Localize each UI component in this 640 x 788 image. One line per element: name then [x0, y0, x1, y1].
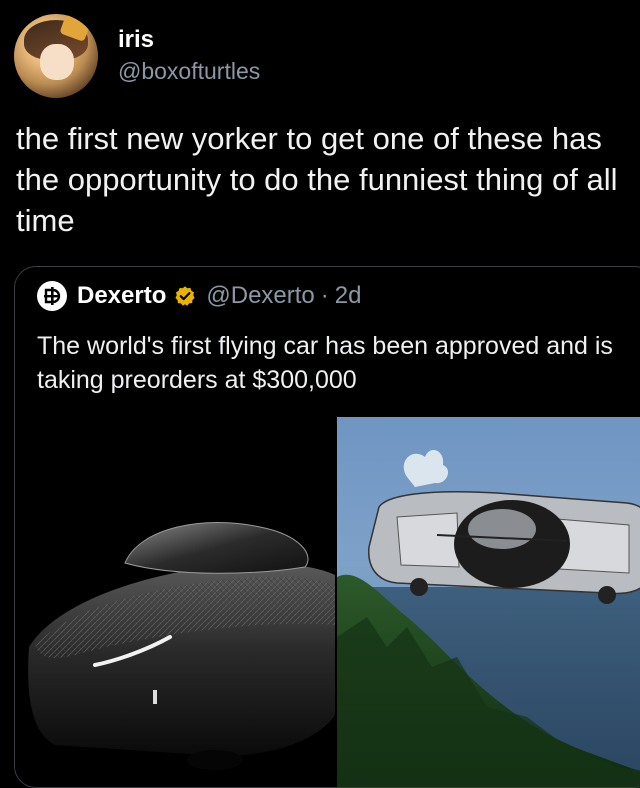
author-names: iris @boxofturtles	[118, 26, 260, 86]
time-separator: ·	[320, 282, 329, 309]
car-cockpit	[124, 522, 309, 574]
cloud-puff	[403, 450, 449, 487]
quote-timestamp[interactable]: 2d	[335, 282, 362, 310]
quote-author-name[interactable]: Dexerto	[77, 282, 166, 310]
media-image-flying-car[interactable]	[337, 417, 640, 787]
display-name[interactable]: iris	[118, 26, 260, 54]
quote-tweet-card[interactable]: Dexerto @Dexerto · 2d The world's first …	[14, 266, 640, 788]
quote-author-handle[interactable]: @Dexerto	[206, 282, 314, 310]
avatar-face	[40, 44, 74, 80]
media-image-car-render[interactable]	[15, 415, 335, 787]
quote-text: The world's first flying car has been ap…	[37, 332, 613, 394]
quote-header: Dexerto @Dexerto · 2d	[37, 281, 361, 311]
avatar[interactable]	[14, 14, 98, 98]
user-handle[interactable]: @boxofturtles	[118, 56, 260, 86]
tweet-text: the first new yorker to get one of these…	[16, 121, 618, 238]
verified-badge-icon	[175, 286, 195, 306]
tweet-header: iris @boxofturtles	[14, 14, 260, 98]
dexerto-logo-icon[interactable]	[37, 281, 67, 311]
